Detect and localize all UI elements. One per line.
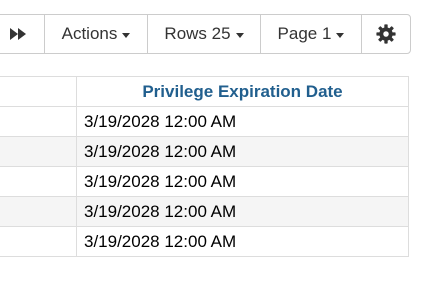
gear-icon <box>376 24 396 44</box>
next-page-button[interactable] <box>0 15 45 53</box>
page-label: Page 1 <box>277 24 332 43</box>
expiration-date-cell: 3/19/2028 12:00 AM <box>76 106 409 137</box>
table-row[interactable]: 3/19/2028 12:00 AM <box>0 136 409 167</box>
settings-button[interactable] <box>362 15 410 53</box>
rows-label: Rows 25 <box>164 24 231 43</box>
table-cell <box>0 106 77 137</box>
page-dropdown[interactable]: Page 1 <box>261 15 362 53</box>
table-cell <box>0 196 77 227</box>
rows-per-page-dropdown[interactable]: Rows 25 <box>148 15 261 53</box>
expiration-date-cell: 3/19/2028 12:00 AM <box>76 196 409 227</box>
table-row[interactable]: 3/19/2028 12:00 AM <box>0 166 409 197</box>
actions-dropdown[interactable]: Actions <box>45 15 148 53</box>
caret-down-icon <box>122 32 131 38</box>
table-cell <box>0 136 77 167</box>
expiration-date-cell: 3/19/2028 12:00 AM <box>76 166 409 197</box>
table-row[interactable]: 3/19/2028 12:00 AM <box>0 196 409 227</box>
actions-label: Actions <box>61 24 118 43</box>
fast-forward-icon <box>9 28 26 40</box>
grid-toolbar: Actions Rows 25 Page 1 <box>0 14 411 54</box>
table-row[interactable]: 3/19/2028 12:00 AM <box>0 106 409 137</box>
table-cell <box>0 166 77 197</box>
table-row[interactable]: 3/19/2028 12:00 AM <box>0 226 409 257</box>
expiration-date-cell: 3/19/2028 12:00 AM <box>76 136 409 167</box>
column-header-previous[interactable] <box>0 76 77 107</box>
data-grid: Privilege Expiration Date 3/19/2028 12:0… <box>0 76 409 257</box>
column-header-privilege-expiration-date[interactable]: Privilege Expiration Date <box>76 76 409 107</box>
caret-down-icon <box>336 32 345 38</box>
header-row: Privilege Expiration Date <box>0 76 409 107</box>
expiration-date-cell: 3/19/2028 12:00 AM <box>76 226 409 257</box>
table-cell <box>0 226 77 257</box>
caret-down-icon <box>235 32 244 38</box>
